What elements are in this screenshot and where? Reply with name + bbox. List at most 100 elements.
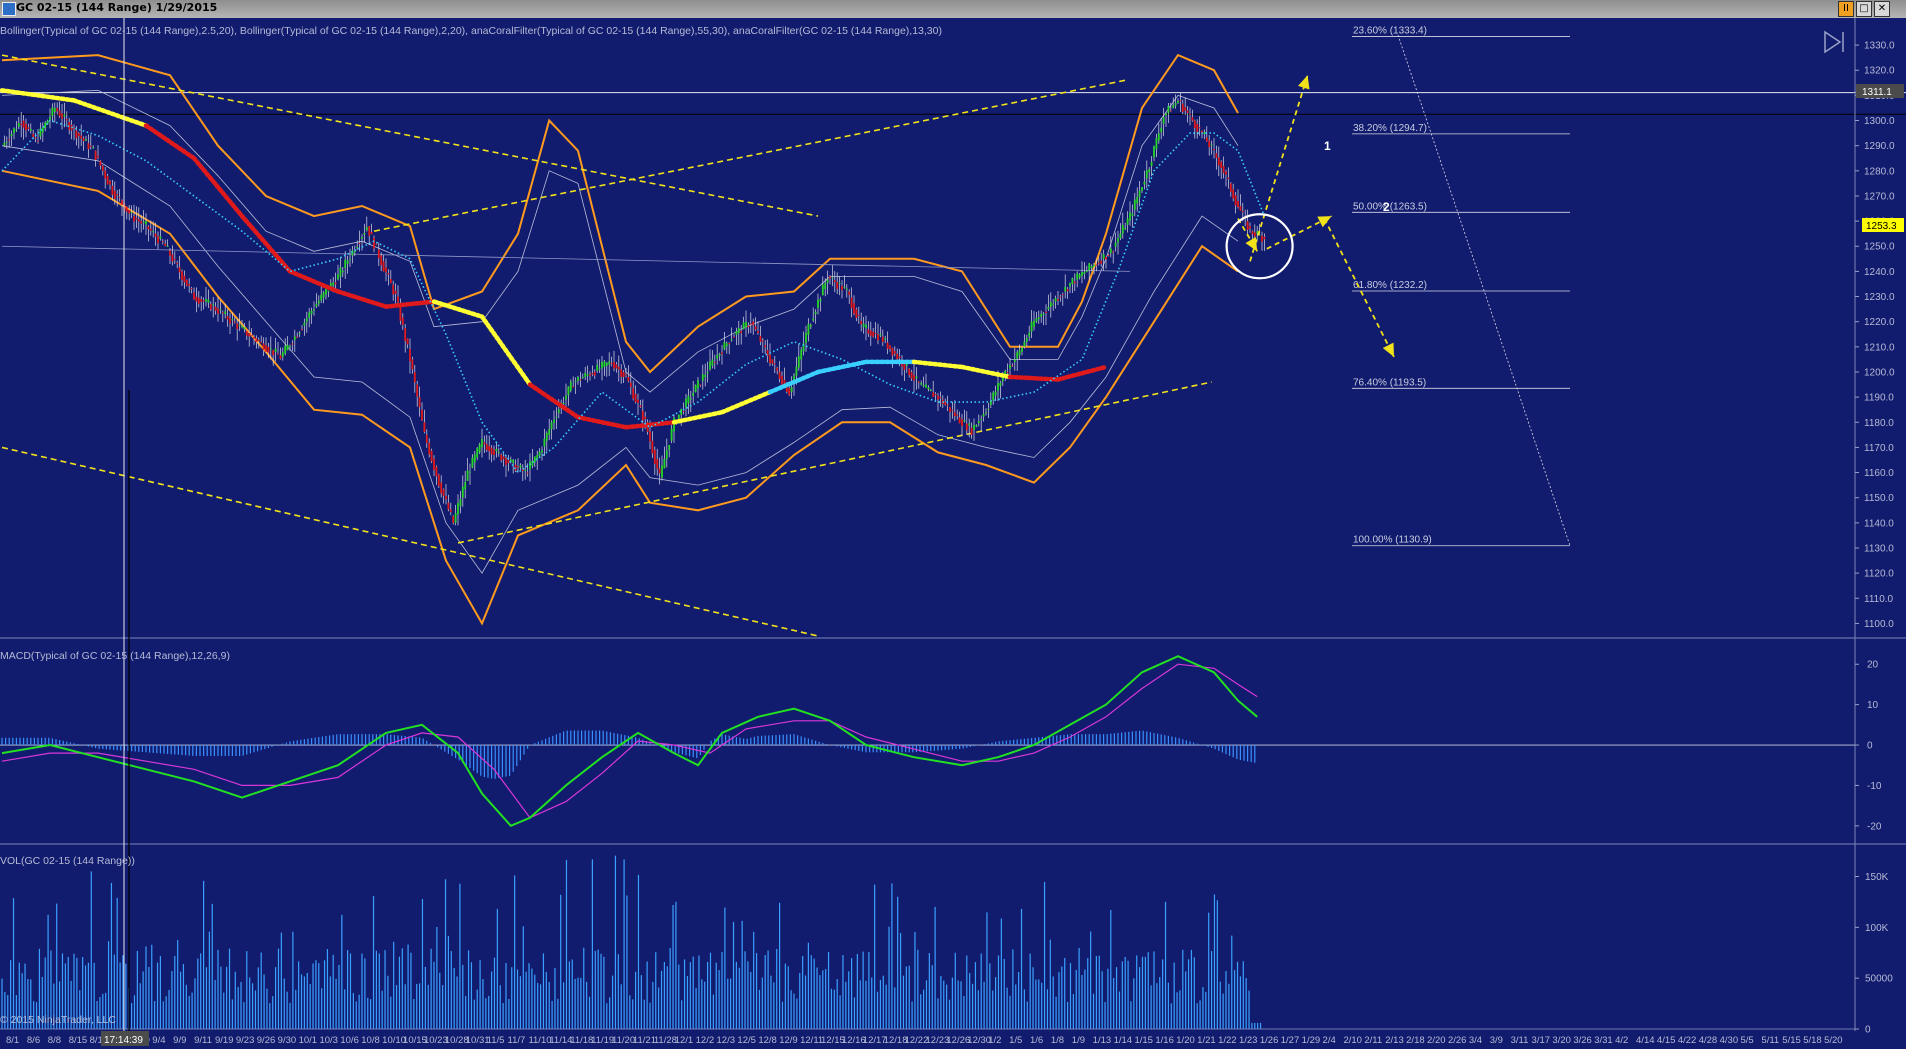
candle-body	[889, 345, 891, 350]
candle-body	[29, 129, 32, 131]
candle-body	[898, 356, 901, 359]
x-tick-label: 11/19	[591, 1035, 614, 1046]
candle-body	[879, 334, 882, 336]
candle-body	[689, 398, 692, 400]
candle-body	[687, 395, 690, 404]
candle-body	[1191, 117, 1194, 121]
candle-body	[927, 387, 930, 390]
price-tick-label: 1140.0	[1864, 518, 1894, 529]
candle-body	[171, 254, 174, 262]
candle-body	[572, 386, 575, 388]
candle-body	[742, 322, 745, 330]
candle-body	[1160, 127, 1163, 133]
x-tick-label: 9/9	[173, 1035, 186, 1046]
candle-body	[1239, 206, 1242, 211]
candle-body	[644, 416, 647, 420]
candle-body	[421, 409, 423, 421]
candle-body	[613, 361, 615, 369]
candle-body	[968, 423, 971, 426]
x-tick-label: 11/7	[508, 1035, 526, 1046]
x-tick-label: 2/18	[1406, 1035, 1425, 1046]
candle-body	[913, 375, 915, 381]
candle-body	[423, 422, 426, 432]
candle-body	[1088, 263, 1091, 271]
x-tick-label: 10/8	[361, 1035, 380, 1046]
candle-body	[1179, 100, 1182, 102]
candle-body	[473, 454, 476, 463]
candle-body	[183, 275, 186, 283]
candle-body	[728, 343, 731, 345]
annotation-1: 1	[1324, 139, 1331, 153]
candle-body	[164, 243, 167, 246]
candle-body	[281, 352, 284, 357]
candle-body	[833, 280, 836, 283]
candle-body	[1109, 248, 1112, 254]
candle-body	[937, 395, 939, 400]
candle-body	[814, 311, 817, 315]
price-tick-label: 1300.0	[1864, 116, 1895, 127]
candle-body	[349, 258, 351, 260]
price-tick-label: 1150.0	[1864, 493, 1894, 504]
x-tick-label: 1/29	[1302, 1035, 1321, 1046]
macd-tick-label: -10	[1867, 781, 1882, 792]
candle-body	[1025, 338, 1028, 342]
candle-body	[956, 414, 959, 416]
candle-body	[598, 368, 601, 370]
volume-tick-label: 0	[1865, 1024, 1871, 1035]
macd-tick-label: -20	[1867, 821, 1882, 832]
candle-body	[193, 292, 195, 300]
candle-body	[262, 343, 265, 351]
pause-button[interactable]: II	[1838, 1, 1854, 17]
price-tick-label: 1270.0	[1864, 191, 1895, 202]
candle-body	[817, 299, 819, 308]
candle-body	[651, 440, 654, 454]
candle-body	[1047, 307, 1050, 310]
candle-body	[1213, 149, 1215, 151]
candle-body	[219, 309, 222, 311]
candle-body	[17, 123, 20, 127]
candle-body	[929, 389, 932, 391]
candle-body	[245, 331, 248, 336]
x-tick-label: 8/1	[6, 1035, 19, 1046]
candle-body	[1155, 138, 1158, 150]
candle-body	[737, 327, 740, 333]
x-tick-label: 1/26	[1260, 1035, 1279, 1046]
candle-body	[279, 355, 282, 359]
candle-body	[253, 336, 255, 339]
x-tick-label: 1/15	[1134, 1035, 1153, 1046]
candle-body	[358, 242, 361, 244]
candle-body	[221, 312, 224, 314]
candle-body	[1042, 313, 1045, 315]
candle-body	[238, 324, 241, 326]
x-tick-label: 12/8	[758, 1035, 777, 1046]
candle-body	[1150, 161, 1153, 166]
close-button[interactable]: ✕	[1874, 1, 1890, 17]
candle-body	[416, 384, 419, 397]
candle-body	[385, 267, 387, 273]
candle-body	[161, 241, 164, 243]
candle-body	[260, 341, 263, 343]
candle-body	[1083, 272, 1086, 274]
candle-body	[75, 130, 78, 139]
chart-background	[0, 18, 1906, 1049]
candle-body	[541, 450, 543, 453]
chart-canvas[interactable]: 23.60% (1333.4) 38.20% (1294.7) 50.00% (12…	[0, 18, 1906, 1049]
candle-body	[1210, 144, 1213, 146]
candle-body	[82, 138, 85, 141]
candle-body	[886, 342, 889, 349]
candle-body	[1217, 157, 1220, 166]
candle-body	[121, 200, 123, 205]
candle-body	[567, 386, 570, 396]
price-marker: 1311.1	[1862, 87, 1892, 98]
candle-body	[1071, 278, 1074, 284]
candle-body	[1054, 298, 1057, 302]
candle-body	[869, 330, 872, 336]
maximize-button[interactable]: □	[1856, 1, 1872, 17]
candle-body	[442, 489, 445, 496]
candle-body	[226, 316, 229, 320]
candle-body	[1114, 242, 1117, 247]
x-tick-label: 3/17	[1532, 1035, 1551, 1046]
candle-body	[997, 382, 999, 391]
candle-body	[154, 233, 157, 237]
candle-body	[754, 326, 757, 330]
